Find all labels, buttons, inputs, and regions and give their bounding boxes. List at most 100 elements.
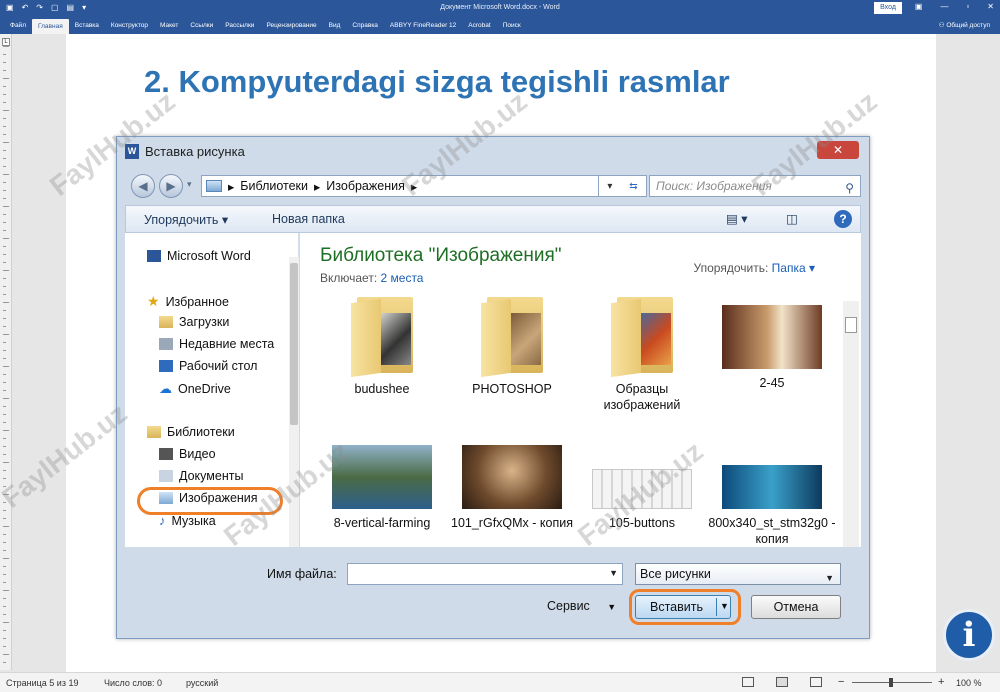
back-button[interactable]: ◀ — [131, 174, 155, 198]
ruler-tick — [3, 110, 9, 111]
page-count[interactable]: Страница 5 из 19 — [6, 678, 78, 688]
nav-documents[interactable]: Документы — [159, 469, 243, 483]
tab-8[interactable]: Вид — [323, 18, 347, 33]
zoom-out-icon[interactable]: − — [838, 676, 844, 688]
file-item-budushee[interactable]: budushee — [318, 297, 446, 397]
search-icon[interactable]: ⚲ — [845, 178, 854, 198]
content-scrollbar[interactable] — [843, 301, 859, 547]
nav-recent-places[interactable]: Недавние места — [159, 337, 274, 351]
tab-1[interactable]: Главная — [31, 19, 69, 34]
address-dropdown-icon[interactable]: ▾ — [607, 181, 612, 192]
ruler-tick — [3, 78, 9, 79]
word-count[interactable]: Число слов: 0 — [104, 678, 162, 688]
tab-9[interactable]: Справка — [346, 18, 384, 33]
nav-item-label: Библиотеки — [167, 425, 235, 439]
tab-2[interactable]: Вставка — [69, 18, 105, 33]
file-item-800x340[interactable]: 800x340_st_stm32g0 - копия — [708, 445, 836, 547]
documents-icon — [159, 470, 173, 482]
nav-scrollbar-thumb[interactable] — [290, 263, 298, 425]
preview-pane-icon[interactable]: ◫ — [786, 211, 798, 226]
tab-10[interactable]: ABBYY FineReader 12 — [384, 18, 462, 33]
ruler-tick — [3, 126, 6, 127]
help-icon[interactable]: ? — [834, 210, 852, 228]
file-type-select[interactable]: Все рисунки ▼ — [635, 563, 841, 585]
file-item-2-45[interactable]: 2-45 — [708, 297, 836, 391]
dialog-close-button[interactable]: ✕ — [817, 141, 859, 159]
maximize-icon[interactable]: ▫ — [966, 2, 969, 11]
ruler-tick — [3, 54, 6, 55]
nav-libraries[interactable]: Библиотеки — [147, 425, 235, 439]
ruler-tick — [3, 262, 6, 263]
chevron-right-icon[interactable]: ▸ — [228, 179, 234, 194]
includes-link[interactable]: 2 места — [381, 271, 424, 285]
tab-selector[interactable]: L — [2, 38, 10, 46]
filename-input[interactable]: ▼ — [347, 563, 623, 585]
content-scrollbar-thumb[interactable] — [845, 317, 857, 333]
zoom-level[interactable]: 100 % — [956, 678, 982, 688]
tab-7[interactable]: Рецензирование — [260, 18, 322, 33]
nav-onedrive[interactable]: ☁ OneDrive — [159, 381, 231, 397]
nav-videos[interactable]: Видео — [159, 447, 216, 461]
read-mode-icon[interactable] — [742, 677, 754, 687]
video-icon — [159, 448, 173, 460]
forward-button[interactable]: ▶ — [159, 174, 183, 198]
file-name: 101_rGfxQMx - копия — [451, 516, 573, 530]
arrange-dropdown[interactable]: Папка ▾ — [772, 261, 815, 275]
chevron-right-icon[interactable]: ▸ — [411, 179, 417, 194]
tab-5[interactable]: Ссылки — [184, 18, 219, 33]
info-icon[interactable]: i — [943, 609, 995, 661]
signin-button[interactable]: Вход — [874, 2, 902, 14]
dialog-title: W Вставка рисунка — [125, 144, 245, 159]
share-button[interactable]: ⚇ Общий доступ — [939, 21, 990, 29]
file-item-105-buttons[interactable]: 105-buttons — [578, 445, 706, 531]
tab-6[interactable]: Рассылки — [219, 18, 260, 33]
print-layout-icon[interactable] — [776, 677, 788, 687]
search-input[interactable]: Поиск: Изображения ⚲ — [649, 175, 861, 197]
file-item-sample-pictures[interactable]: Образцы изображений — [578, 297, 706, 413]
ruler-tick — [3, 630, 6, 631]
chevron-right-icon[interactable]: ▸ — [314, 179, 320, 194]
organize-button[interactable]: Упорядочить ▾ — [144, 212, 228, 227]
tab-11[interactable]: Acrobat — [462, 18, 496, 33]
ruler-tick — [3, 398, 9, 399]
insert-picture-dialog: W Вставка рисунка ✕ ◀ ▶ ▾ ▸ Библиотеки ▸… — [116, 136, 870, 639]
view-options-icon[interactable]: ▤ ▾ — [726, 211, 748, 226]
nav-downloads[interactable]: Загрузки — [159, 315, 229, 329]
tab-3[interactable]: Конструктор — [105, 18, 154, 33]
address-bar[interactable]: ▸ Библиотеки ▸ Изображения ▸ — [201, 175, 599, 197]
tab-12[interactable]: Поиск — [497, 18, 527, 33]
language[interactable]: русский — [186, 678, 218, 688]
ruler-tick — [3, 638, 6, 639]
recent-dropdown-icon[interactable]: ▾ — [187, 179, 192, 190]
close-icon[interactable]: ✕ — [987, 2, 994, 11]
refresh-icon[interactable]: ⇆ — [629, 181, 637, 192]
nav-microsoft-word[interactable]: Microsoft Word — [147, 249, 251, 263]
nav-favorites[interactable]: ★ Избранное — [147, 293, 229, 310]
zoom-slider-thumb[interactable] — [889, 678, 893, 687]
cancel-button[interactable]: Отмена — [751, 595, 841, 619]
file-item-vertical-farming[interactable]: 8-vertical-farming — [318, 445, 446, 531]
breadcrumb-images[interactable]: Изображения — [326, 179, 405, 193]
desktop-icon — [159, 360, 173, 372]
ruler-tick — [3, 294, 6, 295]
file-item-101-rgfxqmx[interactable]: 101_rGfxQMx - копия — [448, 445, 576, 531]
ruler-tick — [3, 342, 6, 343]
nav-music[interactable]: ♪ Музыка — [159, 513, 216, 528]
tab-0[interactable]: Файл — [4, 18, 32, 33]
tools-button[interactable]: Сервис ▼ — [547, 599, 616, 613]
zoom-in-icon[interactable]: + — [938, 676, 944, 688]
breadcrumb-libraries[interactable]: Библиотеки — [240, 179, 308, 193]
chevron-down-icon[interactable]: ▼ — [609, 568, 618, 578]
new-folder-button[interactable]: Новая папка — [272, 212, 345, 226]
vertical-ruler[interactable] — [0, 34, 12, 670]
chevron-down-icon: ▼ — [825, 573, 834, 583]
ruler-tick — [3, 438, 6, 439]
file-name: 2-45 — [759, 376, 785, 390]
nav-desktop[interactable]: Рабочий стол — [159, 359, 257, 373]
ribbon-display-icon[interactable]: ▣ — [915, 2, 923, 11]
tab-4[interactable]: Макет — [154, 18, 184, 33]
minimize-icon[interactable]: — — [940, 2, 948, 11]
selected-highlight-ring — [137, 487, 283, 515]
file-item-photoshop[interactable]: PHOTOSHOP — [448, 297, 576, 397]
web-layout-icon[interactable] — [810, 677, 822, 687]
